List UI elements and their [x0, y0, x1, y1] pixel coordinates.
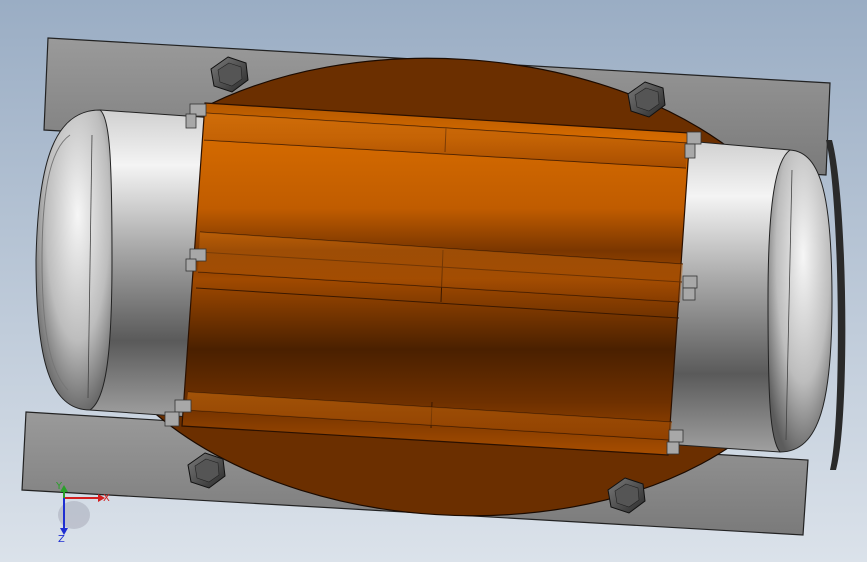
triad-z-label: Z [58, 534, 65, 545]
right-end-cap[interactable] [767, 149, 833, 453]
graphics-viewport[interactable]: X Y Z [0, 0, 867, 562]
cad-scene[interactable]: X Y Z [0, 0, 867, 562]
triad-x-label: X [103, 493, 110, 504]
triad-origin-shadow [58, 501, 90, 529]
triad-y-label: Y [55, 481, 63, 492]
